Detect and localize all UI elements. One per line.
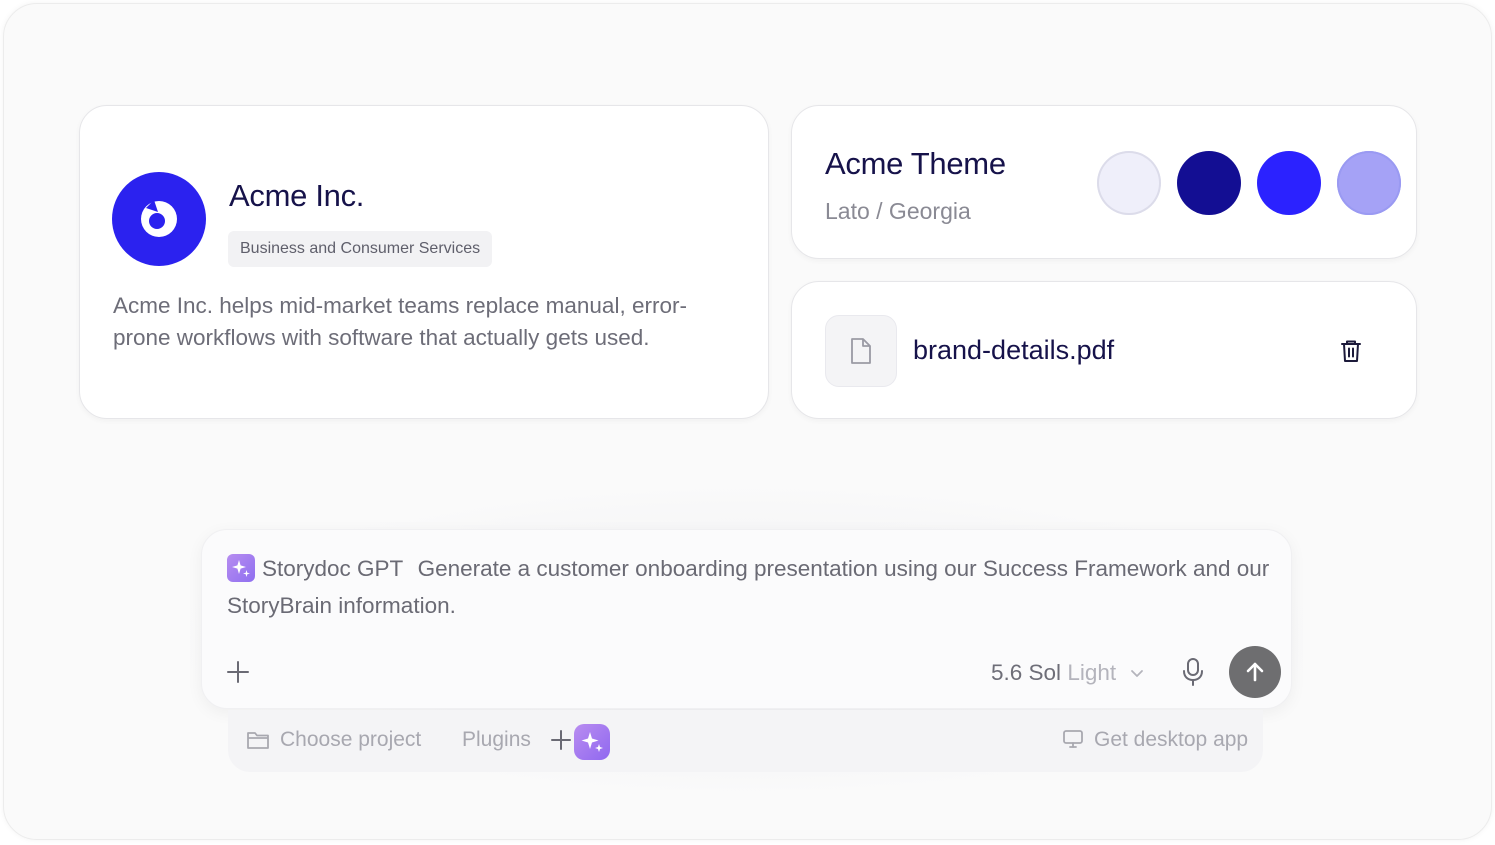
choose-project-button[interactable]: Choose project	[246, 728, 421, 752]
plus-icon[interactable]	[224, 658, 252, 686]
choose-project-label: Choose project	[280, 728, 422, 751]
prompt-input[interactable]: Storydoc GPT Generate a customer onboard…	[227, 550, 1272, 624]
plugins-button[interactable]: Plugins	[462, 728, 531, 752]
model-selector[interactable]: 5.6 Sol Light	[991, 658, 1144, 686]
file-name: brand-details.pdf	[913, 335, 1115, 365]
sparkle-plugin-icon[interactable]	[574, 724, 610, 760]
send-button[interactable]	[1229, 646, 1281, 698]
theme-card[interactable]: Acme Theme Lato / Georgia	[791, 105, 1417, 259]
get-desktop-app-label: Get desktop app	[1094, 728, 1249, 751]
company-description: Acme Inc. helps mid-market teams replace…	[113, 293, 687, 350]
chevron-down-icon	[1130, 658, 1144, 684]
file-icon	[825, 315, 897, 387]
assistant-name: Storydoc GPT	[262, 556, 404, 581]
sparkle-icon	[227, 554, 255, 582]
monitor-icon	[1063, 730, 1083, 748]
color-swatch[interactable]	[1177, 151, 1241, 215]
acme-logo-icon	[112, 172, 206, 266]
theme-title: Acme Theme	[825, 146, 1006, 181]
company-card[interactable]: Acme Inc. Business and Consumer Services…	[79, 105, 769, 419]
microphone-icon[interactable]	[1180, 657, 1206, 687]
prompt-box[interactable]: Storydoc GPT Generate a customer onboard…	[201, 529, 1292, 709]
plus-icon[interactable]	[550, 729, 572, 751]
theme-fonts: Lato / Georgia	[825, 198, 971, 224]
model-variant: Light	[1067, 660, 1117, 685]
get-desktop-app-button[interactable]: Get desktop app	[1062, 728, 1248, 752]
model-version: 5.6 Sol	[991, 660, 1062, 685]
file-card[interactable]: brand-details.pdf	[791, 281, 1417, 419]
trash-icon[interactable]	[1338, 338, 1364, 364]
folder-icon	[247, 732, 269, 749]
company-name: Acme Inc.	[229, 178, 365, 213]
bottom-toolbar: Choose project Plugins Get desktop app	[228, 710, 1263, 772]
color-swatch[interactable]	[1257, 151, 1321, 215]
category-badge: Business and Consumer Services	[228, 231, 493, 267]
color-swatch[interactable]	[1097, 151, 1161, 215]
arrow-up-icon	[1246, 662, 1264, 682]
color-swatch[interactable]	[1337, 151, 1401, 215]
